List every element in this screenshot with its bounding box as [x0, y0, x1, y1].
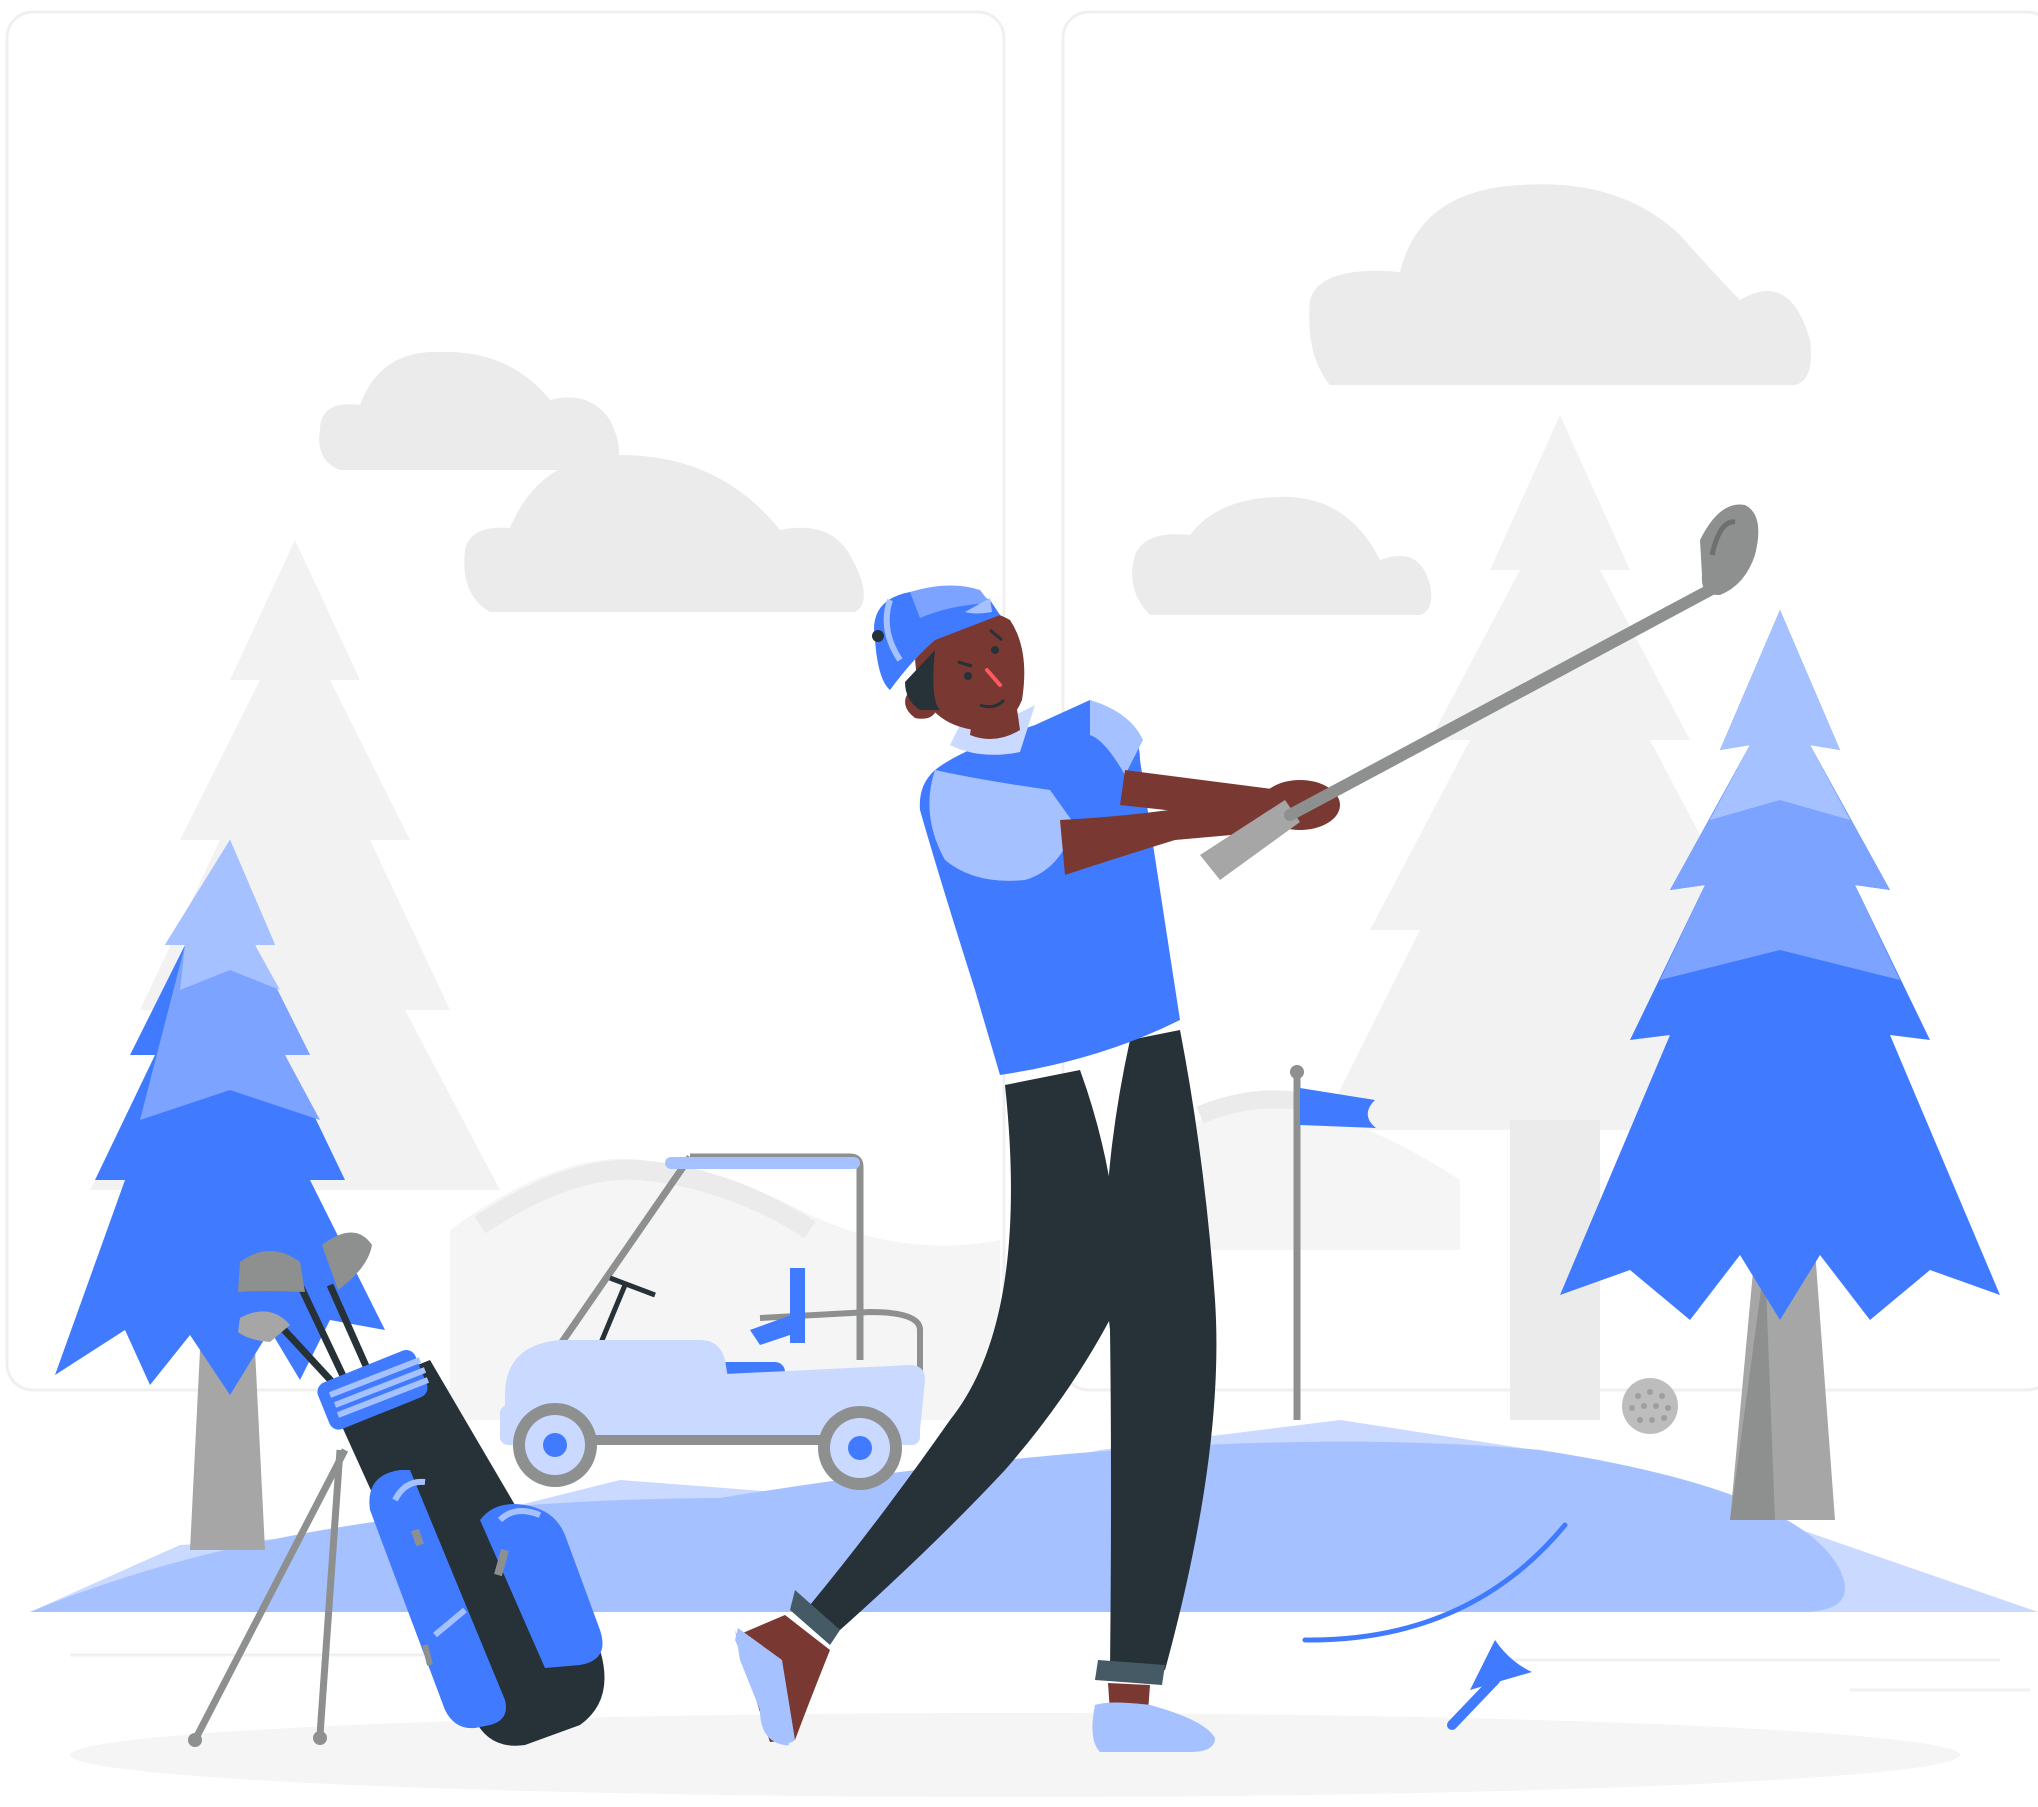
golf-illustration: [0, 0, 2038, 1807]
ground-shadow: [70, 1713, 1960, 1797]
golf-scene: [0, 10, 2038, 1807]
golf-ball-icon: [1622, 1378, 1678, 1434]
ground: [0, 1420, 2038, 1807]
